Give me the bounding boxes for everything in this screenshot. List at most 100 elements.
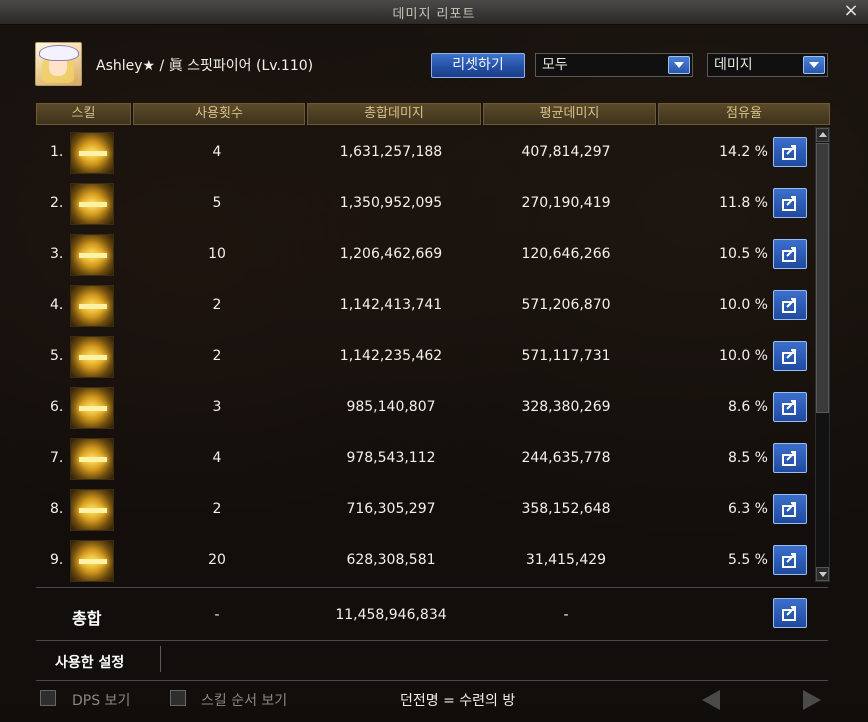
row-uses: 10: [208, 246, 226, 262]
share-icon: [782, 145, 796, 160]
row-share: 11.8 %: [719, 195, 768, 211]
row-rank: 9.: [50, 552, 64, 568]
table-row[interactable]: 5. 2 1,142,235,462 571,117,731 10.0 %: [36, 331, 814, 382]
chevron-down-icon[interactable]: [803, 56, 825, 74]
row-share: 14.2 %: [719, 144, 768, 160]
table-row[interactable]: 3. 10 1,206,462,669 120,646,266 10.5 %: [36, 229, 814, 280]
row-rank: 1.: [50, 144, 64, 160]
scroll-thumb[interactable]: [816, 143, 829, 413]
column-header-uses[interactable]: 사용횟수: [133, 103, 305, 125]
skill-icon: [70, 489, 114, 531]
row-share: 10.0 %: [719, 348, 768, 364]
settings-divider: [36, 680, 828, 681]
skill-icon: [70, 540, 114, 582]
share-icon: [782, 553, 796, 568]
skill-icon: [70, 234, 114, 276]
table-header: 스킬 사용횟수 총합데미지 평균데미지 점유율: [36, 103, 830, 125]
share-button[interactable]: [773, 137, 807, 167]
column-header-skill[interactable]: 스킬: [36, 103, 131, 125]
table-row[interactable]: 1. 4 1,631,257,188 407,814,297 14.2 %: [36, 127, 814, 178]
row-uses: 4: [212, 450, 222, 466]
share-button[interactable]: [773, 443, 807, 473]
row-uses: 2: [212, 501, 222, 517]
metric-select-value: 데미지: [714, 57, 753, 73]
table-scrollbar[interactable]: [815, 127, 830, 582]
row-avg-damage: 120,646,266: [521, 246, 611, 262]
skill-order-checkbox[interactable]: [170, 690, 186, 706]
row-rank: 7.: [50, 450, 64, 466]
window-title: 데미지 리포트: [392, 7, 476, 22]
dps-checkbox[interactable]: [40, 690, 56, 706]
skill-icon: [70, 132, 114, 174]
metric-select[interactable]: 데미지: [707, 53, 828, 77]
row-share: 10.5 %: [719, 246, 768, 262]
table-row[interactable]: 4. 2 1,142,413,741 571,206,870 10.0 %: [36, 280, 814, 331]
table-row[interactable]: 2. 5 1,350,952,095 270,190,419 11.8 %: [36, 178, 814, 229]
share-icon: [782, 451, 796, 466]
reset-button[interactable]: 리셋하기: [431, 53, 525, 78]
row-share: 8.5 %: [727, 450, 768, 466]
skill-icon: [70, 387, 114, 429]
row-uses: 20: [208, 552, 226, 568]
share-icon: [782, 606, 796, 621]
share-button[interactable]: [773, 494, 807, 524]
skill-icon: [70, 438, 114, 480]
next-page-button[interactable]: [803, 690, 821, 710]
row-uses: 3: [212, 399, 222, 415]
skill-icon: [70, 285, 114, 327]
scroll-down-button[interactable]: [816, 567, 829, 581]
settings-separator: [160, 646, 161, 672]
share-button[interactable]: [773, 341, 807, 371]
filter-select[interactable]: 모두: [535, 53, 693, 77]
title-bar[interactable]: 데미지 리포트 ×: [0, 0, 868, 25]
table-row[interactable]: 6. 3 985,140,807 328,380,269 8.6 %: [36, 382, 814, 433]
row-avg-damage: 571,206,870: [521, 297, 611, 313]
row-share: 8.6 %: [727, 399, 768, 415]
dps-checkbox-label[interactable]: DPS 보기: [72, 690, 130, 710]
share-button[interactable]: [773, 290, 807, 320]
row-avg-damage: 571,117,731: [521, 348, 611, 364]
row-total-damage: 628,308,581: [346, 552, 436, 568]
row-uses: 2: [212, 297, 222, 313]
row-total-damage: 716,305,297: [346, 501, 436, 517]
table-row[interactable]: 8. 2 716,305,297 358,152,648 6.3 %: [36, 484, 814, 535]
row-total-damage: 1,631,257,188: [339, 144, 443, 160]
table-divider: [36, 587, 828, 588]
share-button[interactable]: [773, 392, 807, 422]
used-settings-label: 사용한 설정: [55, 655, 125, 671]
row-rank: 8.: [50, 501, 64, 517]
share-button[interactable]: [773, 545, 807, 575]
summary-avg-damage: -: [563, 607, 569, 623]
summary-share-button[interactable]: [773, 598, 807, 628]
share-icon: [782, 502, 796, 517]
row-uses: 2: [212, 348, 222, 364]
share-button[interactable]: [773, 239, 807, 269]
row-rank: 5.: [50, 348, 64, 364]
chevron-down-icon[interactable]: [668, 56, 690, 74]
row-share: 10.0 %: [719, 297, 768, 313]
prev-page-button[interactable]: [702, 690, 720, 710]
filter-select-value: 모두: [542, 57, 568, 73]
avatar-hat: [39, 45, 79, 61]
share-icon: [782, 349, 796, 364]
skill-icon: [70, 336, 114, 378]
share-button[interactable]: [773, 188, 807, 218]
close-button[interactable]: ×: [842, 2, 860, 20]
row-total-damage: 1,206,462,669: [339, 246, 443, 262]
row-avg-damage: 328,380,269: [521, 399, 611, 415]
scroll-up-button[interactable]: [816, 128, 829, 142]
table-row[interactable]: 9. 20 628,308,581 31,415,429 5.5 %: [36, 535, 814, 585]
row-total-damage: 1,142,235,462: [339, 348, 443, 364]
row-share: 6.3 %: [727, 501, 768, 517]
summary-label: 총합: [72, 609, 102, 628]
row-avg-damage: 407,814,297: [521, 144, 611, 160]
skill-order-checkbox-label[interactable]: 스킬 순서 보기: [201, 690, 287, 710]
table-row[interactable]: 7. 4 978,543,112 244,635,778 8.5 %: [36, 433, 814, 484]
row-avg-damage: 31,415,429: [525, 552, 607, 568]
column-header-total-damage[interactable]: 총합데미지: [307, 103, 481, 125]
column-header-share[interactable]: 점유율: [658, 103, 830, 125]
column-header-avg-damage[interactable]: 평균데미지: [483, 103, 656, 125]
row-avg-damage: 358,152,648: [521, 501, 611, 517]
share-icon: [782, 400, 796, 415]
summary-total-damage: 11,458,946,834: [335, 607, 447, 623]
